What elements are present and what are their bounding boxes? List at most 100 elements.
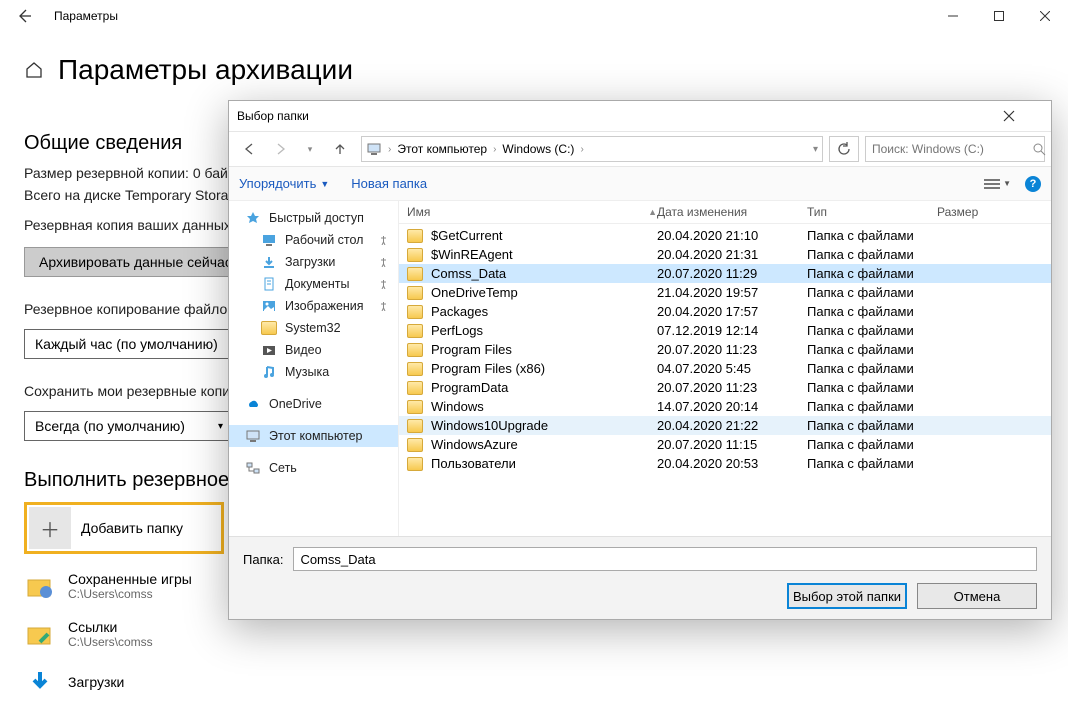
nav-recent-button[interactable]: ▾ bbox=[295, 135, 325, 163]
file-date: 20.07.2020 11:15 bbox=[657, 437, 807, 452]
search-icon bbox=[1033, 143, 1046, 156]
search-input[interactable] bbox=[872, 142, 1027, 156]
backup-frequency-value: Каждый час (по умолчанию) bbox=[35, 336, 218, 352]
column-name[interactable]: Имя▲ bbox=[407, 205, 657, 219]
file-name: Windows10Upgrade bbox=[431, 418, 548, 433]
dialog-footer: Папка: Выбор этой папки Отмена bbox=[229, 536, 1051, 619]
file-row[interactable]: Program Files 20.07.2020 11:23 Папка с ф… bbox=[399, 340, 1051, 359]
file-name: OneDriveTemp bbox=[431, 285, 518, 300]
tree-item[interactable]: Изображения bbox=[229, 295, 398, 317]
file-name: Program Files bbox=[431, 342, 512, 357]
column-size[interactable]: Размер bbox=[937, 205, 1007, 219]
close-button[interactable] bbox=[1022, 0, 1068, 32]
pc-icon bbox=[245, 428, 261, 444]
dialog-close-button[interactable] bbox=[1003, 110, 1043, 122]
file-row[interactable]: WindowsAzure 20.07.2020 11:15 Папка с фа… bbox=[399, 435, 1051, 454]
tree-item-label: Рабочий стол bbox=[285, 233, 363, 247]
file-list-rows: $GetCurrent 20.04.2020 21:10 Папка с фай… bbox=[399, 224, 1051, 536]
file-row[interactable]: Program Files (x86) 04.07.2020 5:45 Папк… bbox=[399, 359, 1051, 378]
file-row[interactable]: Packages 20.04.2020 17:57 Папка с файлам… bbox=[399, 302, 1051, 321]
pc-icon bbox=[366, 141, 382, 157]
tree-item[interactable]: Сеть bbox=[229, 457, 398, 479]
chevron-right-icon: › bbox=[580, 144, 583, 155]
pin-icon bbox=[379, 236, 388, 245]
nav-forward-button[interactable] bbox=[265, 135, 295, 163]
chevron-right-icon: › bbox=[388, 144, 391, 155]
folder-icon bbox=[24, 570, 56, 602]
breadcrumb-item[interactable]: Этот компьютер bbox=[397, 142, 487, 156]
folder-icon bbox=[407, 457, 423, 471]
file-date: 20.07.2020 11:23 bbox=[657, 342, 807, 357]
sort-asc-icon: ▲ bbox=[648, 207, 657, 217]
minimize-button[interactable] bbox=[930, 0, 976, 32]
file-row[interactable]: Пользователи 20.04.2020 20:53 Папка с фа… bbox=[399, 454, 1051, 473]
chevron-down-icon[interactable]: ▾ bbox=[813, 144, 818, 155]
tree-item[interactable]: Рабочий стол bbox=[229, 229, 398, 251]
backup-frequency-dropdown[interactable]: Каждый час (по умолчанию) ▾ bbox=[24, 329, 246, 359]
file-row[interactable]: ProgramData 20.07.2020 11:23 Папка с фай… bbox=[399, 378, 1051, 397]
file-type: Папка с файлами bbox=[807, 266, 937, 281]
tree-item[interactable]: Загрузки bbox=[229, 251, 398, 273]
file-row[interactable]: $GetCurrent 20.04.2020 21:10 Папка с фай… bbox=[399, 226, 1051, 245]
file-date: 20.04.2020 21:10 bbox=[657, 228, 807, 243]
document-icon bbox=[261, 276, 277, 292]
plus-icon: ＋ bbox=[29, 507, 71, 549]
folder-icon bbox=[407, 248, 423, 262]
refresh-button[interactable] bbox=[829, 136, 859, 162]
tree-item[interactable]: OneDrive bbox=[229, 393, 398, 415]
folder-icon bbox=[407, 381, 423, 395]
chevron-down-icon: ▾ bbox=[218, 421, 223, 432]
folder-name-input[interactable] bbox=[293, 547, 1037, 571]
cancel-button[interactable]: Отмена bbox=[917, 583, 1037, 609]
tree-item[interactable]: System32 bbox=[229, 317, 398, 339]
address-bar[interactable]: › Этот компьютер › Windows (C:) › ▾ bbox=[361, 136, 823, 162]
tree-item[interactable]: Видео bbox=[229, 339, 398, 361]
file-row[interactable]: Windows 14.07.2020 20:14 Папка с файлами bbox=[399, 397, 1051, 416]
file-row[interactable]: OneDriveTemp 21.04.2020 19:57 Папка с фа… bbox=[399, 283, 1051, 302]
tree-item[interactable]: Музыка bbox=[229, 361, 398, 383]
file-row[interactable]: $WinREAgent 20.04.2020 21:31 Папка с фай… bbox=[399, 245, 1051, 264]
back-button[interactable] bbox=[0, 8, 48, 24]
folder-icon bbox=[407, 267, 423, 281]
file-date: 20.07.2020 11:29 bbox=[657, 266, 807, 281]
new-folder-button[interactable]: Новая папка bbox=[351, 176, 427, 191]
backup-now-button[interactable]: Архивировать данные сейчас bbox=[24, 247, 247, 277]
folder-entry[interactable]: Ссылки C:\Users\comss bbox=[24, 618, 1044, 650]
tree-item[interactable]: Документы bbox=[229, 273, 398, 295]
chevron-down-icon: ▼ bbox=[320, 179, 329, 189]
add-folder-button[interactable]: ＋ Добавить папку bbox=[24, 502, 224, 554]
keep-backups-dropdown[interactable]: Всегда (по умолчанию) ▾ bbox=[24, 411, 234, 441]
maximize-button[interactable] bbox=[976, 0, 1022, 32]
tree-item-label: OneDrive bbox=[269, 397, 322, 411]
nav-up-button[interactable] bbox=[325, 135, 355, 163]
search-box[interactable] bbox=[865, 136, 1045, 162]
folder-icon bbox=[24, 618, 56, 650]
file-name: $WinREAgent bbox=[431, 247, 513, 262]
file-row[interactable]: PerfLogs 07.12.2019 12:14 Папка с файлам… bbox=[399, 321, 1051, 340]
view-options-button[interactable]: ▼ bbox=[984, 178, 1011, 190]
column-type[interactable]: Тип bbox=[807, 205, 937, 219]
tree-item-label: Изображения bbox=[285, 299, 364, 313]
folder-entry[interactable]: Загрузки bbox=[24, 666, 1044, 698]
organize-menu[interactable]: Упорядочить ▼ bbox=[239, 176, 329, 191]
home-icon[interactable] bbox=[24, 60, 44, 80]
cloud-icon bbox=[245, 396, 261, 412]
help-icon[interactable]: ? bbox=[1025, 176, 1041, 192]
image-icon bbox=[261, 298, 277, 314]
tree-item-label: Документы bbox=[285, 277, 349, 291]
select-folder-button[interactable]: Выбор этой папки bbox=[787, 583, 907, 609]
file-row[interactable]: Comss_Data 20.07.2020 11:29 Папка с файл… bbox=[399, 264, 1051, 283]
nav-back-button[interactable] bbox=[235, 135, 265, 163]
tree-item-label: Загрузки bbox=[285, 255, 335, 269]
file-row[interactable]: Windows10Upgrade 20.04.2020 21:22 Папка … bbox=[399, 416, 1051, 435]
column-date[interactable]: Дата изменения bbox=[657, 205, 807, 219]
folder-path: C:\Users\comss bbox=[68, 587, 192, 601]
tree-item[interactable]: Этот компьютер bbox=[229, 425, 398, 447]
file-date: 20.04.2020 20:53 bbox=[657, 456, 807, 471]
breadcrumb-item[interactable]: Windows (C:) bbox=[502, 142, 574, 156]
keep-backups-value: Всегда (по умолчанию) bbox=[35, 418, 185, 434]
file-type: Папка с файлами bbox=[807, 228, 937, 243]
file-name: Packages bbox=[431, 304, 488, 319]
tree-item[interactable]: Быстрый доступ bbox=[229, 207, 398, 229]
file-date: 14.07.2020 20:14 bbox=[657, 399, 807, 414]
